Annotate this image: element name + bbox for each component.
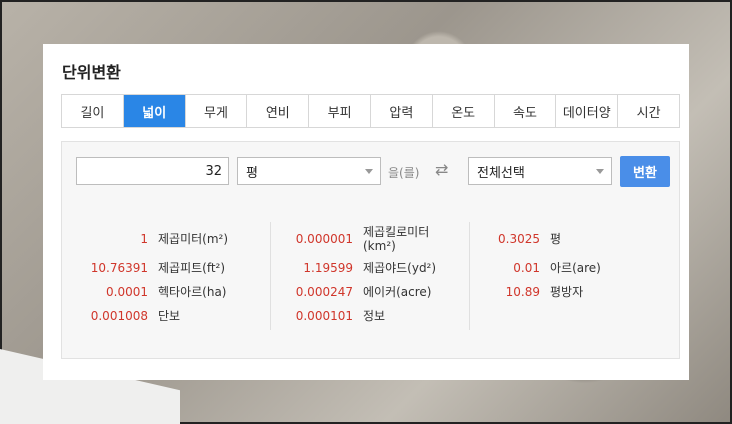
result-row: 0.3025 평 [470, 222, 669, 256]
tab-fuel-economy[interactable]: 연비 [247, 95, 310, 127]
swap-arrows-icon[interactable]: ⇄ [435, 160, 448, 179]
result-value: 0.000001 [295, 232, 353, 246]
result-unit: 제곱피트(ft²) [158, 261, 226, 275]
result-value: 0.000247 [295, 285, 353, 299]
result-value: 0.0001 [106, 285, 148, 299]
result-unit: 제곱야드(yd²) [363, 261, 437, 275]
tab-weight[interactable]: 무게 [185, 95, 248, 127]
result-row: 0.001008 단보 [72, 304, 270, 328]
result-row: 0.000001 제곱킬로미터(km²) [271, 222, 469, 256]
chevron-down-icon [365, 169, 373, 174]
category-tabs: 길이 넓이 무게 연비 부피 압력 온도 속도 데이터양 시간 [61, 94, 680, 128]
widget-title: 단위변환 [62, 63, 121, 82]
conversion-panel: 평 을(를) ⇄ 전체선택 변환 1 제곱미터(m²) 10.76391 제곱피… [61, 141, 680, 359]
chevron-down-icon [596, 169, 604, 174]
results-column-3: 0.3025 평 0.01 아르(are) 10.89 평방자 [470, 222, 669, 330]
to-unit-value: 전체선택 [477, 165, 525, 181]
result-row: 1 제곱미터(m²) [72, 222, 270, 256]
result-unit: 평방자 [550, 285, 584, 299]
result-unit: 정보 [363, 309, 386, 323]
result-unit: 단보 [158, 309, 181, 323]
result-unit: 헥타아르(ha) [158, 285, 227, 299]
result-row: 0.0001 헥타아르(ha) [72, 280, 270, 304]
result-row: 1.19599 제곱야드(yd²) [271, 256, 469, 280]
from-unit-select[interactable]: 평 [237, 157, 381, 185]
result-value: 0.001008 [90, 309, 148, 323]
tab-length[interactable]: 길이 [62, 95, 124, 127]
tab-time[interactable]: 시간 [618, 95, 679, 127]
result-row: 10.89 평방자 [470, 280, 669, 304]
tab-area[interactable]: 넓이 [123, 95, 186, 127]
result-row: 10.76391 제곱피트(ft²) [72, 256, 270, 280]
tab-data-size[interactable]: 데이터양 [556, 95, 619, 127]
results-column-2: 0.000001 제곱킬로미터(km²) 1.19599 제곱야드(yd²) 0… [271, 222, 470, 330]
value-input[interactable] [76, 157, 229, 185]
result-value: 0.01 [513, 261, 540, 275]
particle-label: 을(를) [388, 166, 420, 180]
unit-converter-card: 단위변환 길이 넓이 무게 연비 부피 압력 온도 속도 데이터양 시간 평 을… [43, 44, 689, 380]
from-unit-value: 평 [246, 165, 258, 181]
result-value: 10.76391 [90, 261, 148, 275]
result-row: 0.000101 정보 [271, 304, 469, 328]
result-unit: 제곱미터(m²) [158, 232, 229, 246]
result-value: 10.89 [505, 285, 540, 299]
tab-pressure[interactable]: 압력 [370, 95, 433, 127]
result-value: 1.19599 [303, 261, 353, 275]
results-grid: 1 제곱미터(m²) 10.76391 제곱피트(ft²) 0.0001 헥타아… [72, 222, 670, 330]
result-value: 0.3025 [498, 232, 540, 246]
result-value: 0.000101 [295, 309, 353, 323]
tab-volume[interactable]: 부피 [309, 95, 371, 127]
results-column-1: 1 제곱미터(m²) 10.76391 제곱피트(ft²) 0.0001 헥타아… [72, 222, 271, 330]
tab-speed[interactable]: 속도 [494, 95, 557, 127]
result-unit: 아르(are) [550, 261, 601, 275]
to-unit-select[interactable]: 전체선택 [468, 157, 612, 185]
result-unit: 평 [550, 232, 562, 246]
tab-temperature[interactable]: 온도 [432, 95, 495, 127]
result-unit: 제곱킬로미터(km²) [363, 225, 430, 253]
result-row: 0.01 아르(are) [470, 256, 669, 280]
result-value: 1 [140, 232, 148, 246]
result-unit: 에이커(acre) [363, 285, 432, 299]
convert-button[interactable]: 변환 [620, 156, 670, 187]
result-row: 0.000247 에이커(acre) [271, 280, 469, 304]
